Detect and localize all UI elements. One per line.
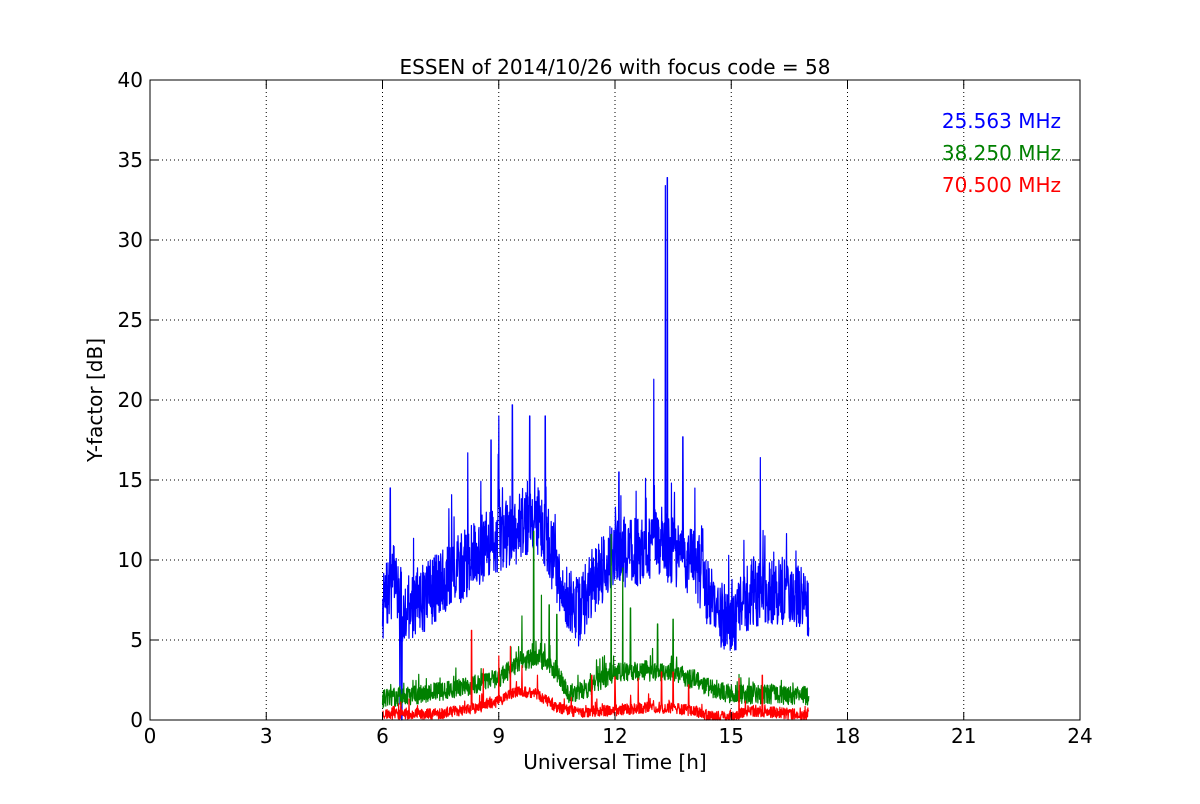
y-tick-label: 20 xyxy=(118,388,143,412)
x-tick-label: 21 xyxy=(951,724,976,748)
chart-figure: 0 3 6 9 12 15 18 21 24 0 5 10 15 20 25 30 35 40 ESSEN of … xyxy=(0,0,1200,800)
x-tick-label: 15 xyxy=(719,724,744,748)
x-tick-label: 3 xyxy=(260,724,273,748)
y-tick-label: 35 xyxy=(118,148,143,172)
y-tick-label: 0 xyxy=(130,708,143,732)
y-tick-label: 15 xyxy=(118,468,143,492)
y-tick-label: 25 xyxy=(118,308,143,332)
x-tick-label: 6 xyxy=(376,724,389,748)
x-axis-label: Universal Time [h] xyxy=(523,750,706,774)
x-tick-label: 18 xyxy=(835,724,860,748)
chart-title: ESSEN of 2014/10/26 with focus code = 58 xyxy=(400,55,831,79)
x-tick-label: 9 xyxy=(492,724,505,748)
y-tick-label: 5 xyxy=(130,628,143,652)
x-tick-label: 24 xyxy=(1067,724,1092,748)
y-tick-label: 10 xyxy=(118,548,143,572)
legend-label-2: 38.250 MHz xyxy=(942,141,1061,165)
legend-label-1: 25.563 MHz xyxy=(942,109,1061,133)
y-tick-label: 40 xyxy=(118,68,143,92)
y-axis-label: Y-factor [dB] xyxy=(83,338,107,463)
x-tick-label: 0 xyxy=(144,724,157,748)
y-tick-label: 30 xyxy=(118,228,143,252)
legend-label-3: 70.500 MHz xyxy=(942,173,1061,197)
line-chart: 0 3 6 9 12 15 18 21 24 0 5 10 15 20 25 30 35 40 ESSEN of … xyxy=(0,0,1200,800)
x-tick-label: 12 xyxy=(602,724,627,748)
legend: 25.563 MHz 38.250 MHz 70.500 MHz xyxy=(942,109,1061,197)
